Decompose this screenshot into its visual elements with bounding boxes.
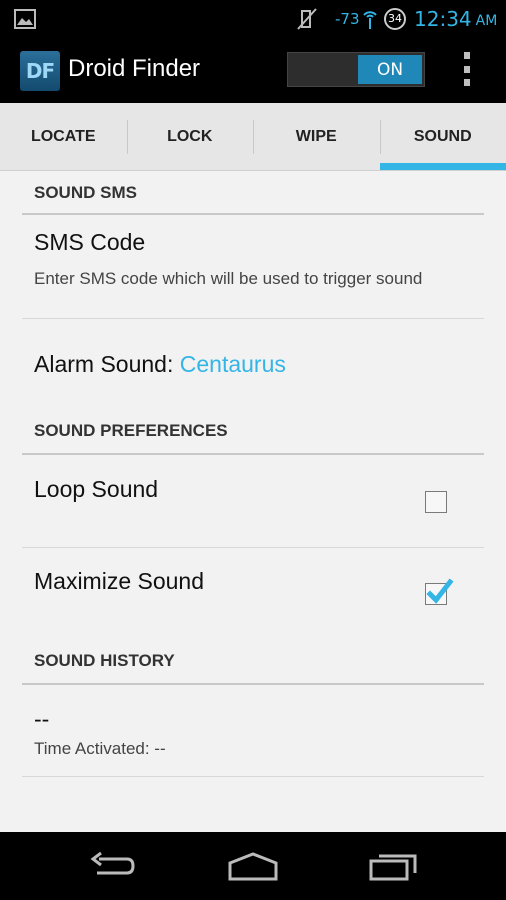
recent-apps-button[interactable]: [364, 846, 424, 886]
loop-sound-title: Loop Sound: [34, 476, 159, 502]
vibrate-mute-icon: [296, 0, 318, 37]
section-header-sound-sms: SOUND SMS: [22, 183, 484, 215]
app-title: Droid Finder: [68, 55, 201, 82]
master-switch-thumb: ON: [358, 55, 422, 84]
home-button[interactable]: [223, 846, 283, 886]
clock: 12:34 AM: [414, 0, 497, 37]
alarm-sound-label: Alarm Sound:: [34, 351, 174, 377]
section-header-sound-history: SOUND HISTORY: [22, 651, 484, 685]
status-bar: -73 34 12:34 AM: [0, 0, 506, 37]
signal-strength: -73: [335, 0, 379, 37]
sound-history-value: --: [34, 706, 50, 732]
gallery-notification-icon: [14, 0, 36, 37]
preference-list: SOUND SMS SMS Code Enter SMS code which …: [0, 171, 506, 832]
sound-history-entry: -- Time Activated: --: [22, 686, 484, 777]
tab-wipe[interactable]: WIPE: [253, 103, 380, 170]
sync-badge-icon: 34: [384, 0, 406, 37]
recent-apps-icon: [369, 854, 417, 881]
master-switch[interactable]: ON: [287, 52, 425, 87]
loop-sound-checkbox[interactable]: [425, 491, 447, 513]
sms-code-preference[interactable]: SMS Code Enter SMS code which will be us…: [22, 215, 484, 319]
home-icon: [228, 852, 278, 881]
alarm-sound-preference[interactable]: Alarm Sound: Centaurus: [22, 319, 484, 411]
tab-locate[interactable]: LOCATE: [0, 103, 127, 170]
wifi-tower-icon: [362, 10, 377, 29]
time-activated: Time Activated: --: [34, 739, 166, 758]
loop-sound-preference[interactable]: Loop Sound: [22, 456, 484, 547]
alarm-sound-row: Alarm Sound: Centaurus: [34, 351, 286, 378]
tab-lock[interactable]: LOCK: [126, 103, 254, 170]
overflow-menu-icon[interactable]: [457, 52, 477, 86]
maximize-sound-title: Maximize Sound: [34, 568, 205, 594]
signal-value: -73: [335, 9, 360, 28]
checkmark-icon: [426, 578, 454, 604]
divider: [22, 776, 484, 777]
section-header-sound-preferences: SOUND PREFERENCES: [22, 421, 484, 455]
clock-ampm: AM: [475, 13, 498, 29]
sms-code-summary: Enter SMS code which will be used to tri…: [34, 269, 423, 288]
tab-sound[interactable]: SOUND: [379, 103, 506, 170]
sync-badge: 34: [384, 7, 406, 30]
tab-bar: LOCATE LOCK WIPE SOUND: [0, 103, 506, 171]
action-bar: DF Droid Finder ON: [0, 37, 506, 103]
app-logo: DF: [20, 51, 60, 91]
alarm-sound-value: Centaurus: [179, 351, 286, 377]
navigation-bar: [0, 832, 506, 900]
sms-code-title: SMS Code: [34, 229, 146, 255]
screen: -73 34 12:34 AM DF Droid Finder ON LOCATE…: [0, 0, 506, 900]
maximize-sound-checkbox[interactable]: [425, 578, 454, 605]
back-button[interactable]: [82, 846, 142, 886]
maximize-sound-preference[interactable]: Maximize Sound: [22, 548, 484, 643]
clock-time: 12:34: [414, 6, 472, 31]
back-icon: [90, 851, 135, 875]
